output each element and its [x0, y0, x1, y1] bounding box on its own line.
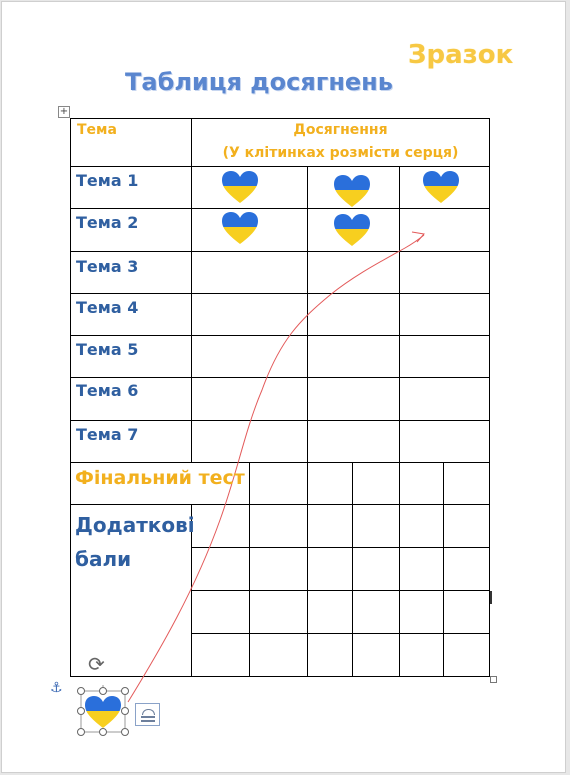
- topic-label: Тема 2: [76, 213, 139, 232]
- rotate-handle-icon[interactable]: ⟳: [88, 652, 105, 676]
- table-resize-handle[interactable]: [490, 676, 497, 683]
- ukraine-flag-heart-icon[interactable]: [422, 170, 460, 204]
- ukraine-flag-heart-icon[interactable]: [221, 211, 259, 245]
- topic-label: Тема 1: [76, 171, 139, 190]
- anchor-icon: ⚓: [50, 680, 63, 696]
- ukraine-flag-heart-icon[interactable]: [333, 174, 371, 208]
- header-topic: Тема: [77, 122, 117, 138]
- selected-heart-image[interactable]: [75, 685, 131, 737]
- header-achievements: Досягнення: [293, 122, 388, 138]
- topic-label: Тема 6: [76, 381, 139, 400]
- extra-points-label: Додаткові бали: [75, 513, 195, 571]
- text-cursor: [490, 591, 492, 604]
- topic-label: Тема 7: [76, 425, 139, 444]
- ukraine-flag-heart-icon[interactable]: [221, 170, 259, 204]
- header-instruction: (У клітинках розмісти серця): [222, 145, 459, 161]
- final-test-label: Фінальний тест: [75, 467, 245, 489]
- ukraine-flag-heart-icon[interactable]: [333, 213, 371, 247]
- topic-label: Тема 4: [76, 298, 139, 317]
- layout-options-icon[interactable]: [135, 703, 160, 726]
- topic-label: Тема 5: [76, 340, 139, 359]
- topic-label: Тема 3: [76, 257, 139, 276]
